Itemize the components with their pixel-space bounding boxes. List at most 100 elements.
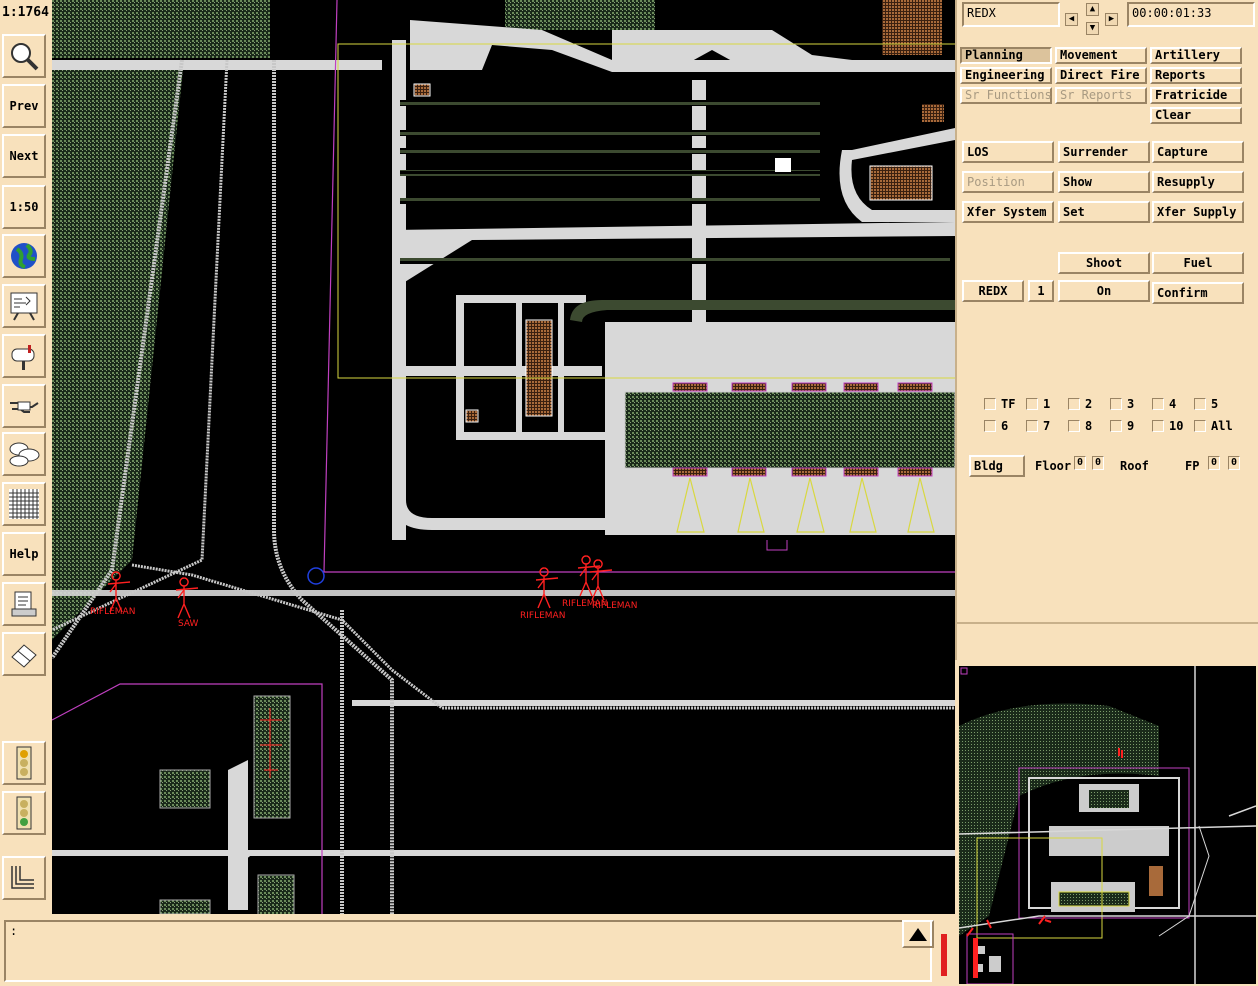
mail-button[interactable] [2,334,46,378]
building[interactable] [775,158,791,172]
grid-button[interactable] [2,482,46,526]
message-scrollbar[interactable] [940,924,948,982]
waypoint-marker[interactable] [307,567,325,585]
map-scale-readout: 1:1764 [2,5,49,20]
vegetation-area [52,0,270,58]
building[interactable] [413,83,431,97]
filter-4[interactable]: 4 [1152,397,1176,411]
vegetation-area [52,60,184,640]
grid-icon [9,489,39,519]
fp-label: FP [1185,459,1200,473]
overview-map-panel [955,662,1258,986]
eraser-icon [11,644,37,668]
layers-button[interactable] [2,856,46,900]
go-button[interactable] [2,791,46,835]
bldg-button[interactable]: Bldg [969,455,1025,477]
mailbox-icon [11,345,35,370]
building[interactable] [869,165,933,201]
unit-label: SAW [178,619,199,629]
menu-direct-fire[interactable]: Direct Fire [1055,67,1147,84]
position-button[interactable]: Position [962,171,1054,193]
building[interactable] [882,0,942,55]
building[interactable] [465,409,479,423]
soldier-icon [535,567,559,609]
menu-sr-functions[interactable]: Sr Functions [960,87,1052,104]
filter-8[interactable]: 8 [1068,419,1092,433]
warehouse-building[interactable] [624,391,955,469]
roof-label: Roof [1120,459,1149,473]
stop-button[interactable] [2,741,46,785]
confirm-button[interactable]: Confirm [1152,282,1244,304]
filter-1[interactable]: 1 [1026,397,1050,411]
floor-value-1[interactable]: 0 [1074,456,1086,470]
filter-all[interactable]: All [1194,419,1233,433]
menu-engineering[interactable]: Engineering [960,67,1052,84]
help-button[interactable]: Help [2,532,46,576]
filter-3[interactable]: 3 [1110,397,1134,411]
floor-value-2[interactable]: 0 [1092,456,1104,470]
unit-number-button[interactable]: 1 [1028,280,1054,302]
unit-label: RIFLEMAN [592,601,637,611]
unit-label: RIFLEMAN [520,611,565,621]
map-canvas[interactable]: RIFLEMANSAWRIFLEMANRIFLEMANRIFLEMAN [52,0,955,914]
coordination-button[interactable] [2,384,46,428]
soldier-unit[interactable]: SAW [175,577,199,629]
filter-6[interactable]: 6 [984,419,1008,433]
weather-button[interactable] [2,432,46,476]
surrender-button[interactable]: Surrender [1058,141,1150,163]
message-field[interactable]: : [4,920,932,982]
menu-planning[interactable]: Planning [960,47,1052,64]
document-icon [11,591,37,617]
xfer-system-button[interactable]: Xfer System [962,201,1054,223]
los-button[interactable]: LOS [962,141,1054,163]
down-arrow-button[interactable]: ▼ [1086,22,1099,35]
filter-9[interactable]: 9 [1110,419,1134,433]
building[interactable] [525,319,553,417]
prev-button[interactable]: Prev [2,84,46,128]
erase-button[interactable] [2,632,46,676]
unit-side-button[interactable]: REDX [962,280,1024,302]
filter-2[interactable]: 2 [1068,397,1092,411]
building[interactable] [159,899,211,914]
fuel-button[interactable]: Fuel [1152,252,1244,274]
menu-artillery[interactable]: Artillery [1150,47,1242,64]
building[interactable] [253,695,291,819]
shoot-button[interactable]: Shoot [1058,252,1150,274]
building[interactable] [257,874,295,914]
tactical-map[interactable]: RIFLEMAN SAW RIFLEMAN RIFLEMAN RIFLEMAN [52,0,955,914]
side-field[interactable]: REDX [962,2,1060,27]
next-button[interactable]: Next [2,134,46,178]
up-arrow-button[interactable]: ▲ [1086,3,1099,16]
xfer-supply-button[interactable]: Xfer Supply [1152,201,1244,223]
on-button[interactable]: On [1058,280,1150,302]
game-clock: 00:00:01:33 [1127,2,1255,27]
scroll-up-button[interactable] [902,920,934,948]
building[interactable] [922,104,944,122]
set-button[interactable]: Set [1058,201,1150,223]
filter-tf[interactable]: TF [984,397,1015,411]
zoom-level-button[interactable]: 1:50 [2,185,46,229]
menu-movement[interactable]: Movement [1055,47,1147,64]
zoom-button[interactable] [2,34,46,78]
fp-value-2[interactable]: 0 [1228,456,1240,470]
right-arrow-button[interactable]: ▶ [1105,13,1118,26]
show-button[interactable]: Show [1058,171,1150,193]
menu-sr-reports[interactable]: Sr Reports [1055,87,1147,104]
scroll-thumb[interactable] [941,934,947,976]
resupply-button[interactable]: Resupply [1152,171,1244,193]
capture-button[interactable]: Capture [1152,141,1244,163]
overview-map[interactable] [959,666,1256,984]
filter-7[interactable]: 7 [1026,419,1050,433]
building[interactable] [159,769,211,809]
menu-reports[interactable]: Reports [1150,67,1242,84]
fp-value-1[interactable]: 0 [1208,456,1220,470]
soldier-unit[interactable]: RIFLEMAN [589,559,637,611]
globe-button[interactable] [2,234,46,278]
menu-fratricide[interactable]: Fratricide [1150,87,1242,104]
left-arrow-button[interactable]: ◀ [1065,13,1078,26]
briefing-button[interactable] [2,284,46,328]
report-button[interactable] [2,582,46,626]
filter-5[interactable]: 5 [1194,397,1218,411]
filter-10[interactable]: 10 [1152,419,1183,433]
menu-clear[interactable]: Clear [1150,107,1242,124]
